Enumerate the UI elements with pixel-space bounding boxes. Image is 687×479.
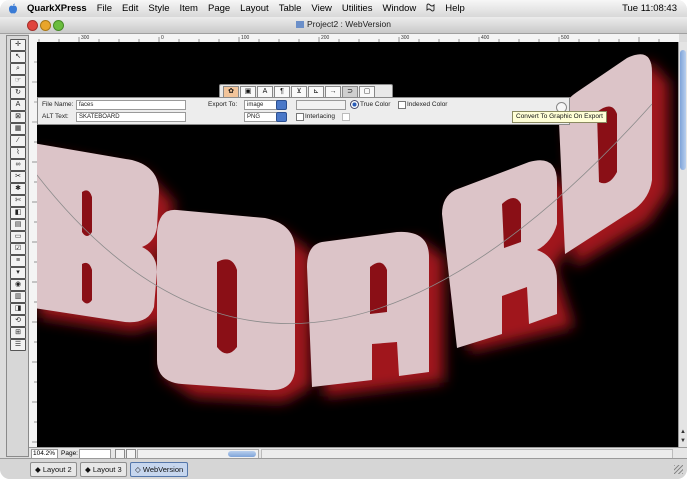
true-color-radio[interactable] <box>350 100 359 109</box>
ruler-label: 100 <box>241 35 250 41</box>
menu-file[interactable]: File <box>92 3 117 14</box>
scroll-up-arrow-icon[interactable]: ▲ <box>680 429 686 435</box>
content-tool-icon[interactable]: ☞ <box>10 75 26 87</box>
dithering-checkbox <box>342 113 350 121</box>
menu-page[interactable]: Page <box>203 3 235 14</box>
letter-b-hole <box>82 190 92 236</box>
document-icon <box>296 21 305 28</box>
layout-tab-label: Layout 2 <box>42 465 72 474</box>
scroll-down-arrow-icon[interactable]: ▼ <box>680 438 686 444</box>
vertical-scrollbar[interactable]: ▲ ▼ <box>678 42 687 447</box>
ruler-ticks: 300 0 100 200 300 400 500 <box>38 35 660 42</box>
text-box-tool-icon[interactable]: A <box>10 99 26 111</box>
layout-tab-label: WebVersion <box>142 465 184 474</box>
menu-view[interactable]: View <box>306 3 336 14</box>
menu-utilities[interactable]: Utilities <box>337 3 378 14</box>
menubar-clock: Tue 11:08:43 <box>622 3 677 14</box>
layout-tab-2[interactable]: ◆ Layout 2 <box>30 462 77 477</box>
letter-r <box>442 160 557 348</box>
ruler-label: 500 <box>561 35 570 41</box>
interlacing-label: Interlacing <box>305 113 335 120</box>
item-tool-icon[interactable]: ↖ <box>10 51 26 63</box>
alt-text-field[interactable]: SKATEBOARD <box>76 112 186 122</box>
window-title-text: Project2 : WebVersion <box>307 19 391 29</box>
letter-b-hole <box>82 262 92 304</box>
ruler-label: 200 <box>321 35 330 41</box>
indexed-color-checkbox[interactable] <box>398 101 406 109</box>
radio-tool-icon[interactable]: ◉ <box>10 279 26 291</box>
file-select-tool-icon[interactable]: ▥ <box>10 291 26 303</box>
rotate-tool-icon[interactable]: ↻ <box>10 87 26 99</box>
file-name-label: File Name: <box>42 101 74 108</box>
unlinking-tool-icon[interactable]: ✂ <box>10 171 26 183</box>
menu-help[interactable]: Help <box>440 3 470 14</box>
image-button-tool-icon[interactable]: ◨ <box>10 303 26 315</box>
print-layout-icon: ◆ <box>35 465 41 474</box>
horizontal-scroll-thumb[interactable] <box>228 451 256 457</box>
apple-icon[interactable] <box>8 3 18 14</box>
resize-grip-icon[interactable] <box>674 465 683 474</box>
letter-b <box>37 143 159 323</box>
menu-window[interactable]: Window <box>377 3 421 14</box>
ruler-ticks <box>32 61 37 443</box>
ruler-label: 300 <box>401 35 410 41</box>
menu-table[interactable]: Table <box>274 3 307 14</box>
web-layout-icon: ◇ <box>135 465 141 474</box>
indexed-color-label: Indexed Color <box>407 101 448 108</box>
zoom-tool-icon[interactable]: ⌕ <box>10 63 26 75</box>
app-window: QuarkXPress File Edit Style Item Page La… <box>0 0 687 479</box>
ruler-label: 0 <box>161 35 164 41</box>
print-layout-icon: ◆ <box>85 465 91 474</box>
page-label: Page: <box>61 450 78 457</box>
adaptive-select <box>296 100 346 110</box>
menu-app-name[interactable]: QuarkXPress <box>22 3 92 14</box>
menu-item[interactable]: Item <box>175 3 203 14</box>
table-web-tool-icon[interactable]: ⊞ <box>10 327 26 339</box>
vertical-scroll-thumb[interactable] <box>680 50 686 170</box>
alt-text-label: ALT Text: <box>42 113 69 120</box>
menu-layout[interactable]: Layout <box>235 3 274 14</box>
export-to-label: Export To: <box>208 101 238 108</box>
linking-tool-icon[interactable]: ∞ <box>10 159 26 171</box>
file-name-field[interactable]: faces <box>76 100 186 110</box>
letter-o-hole <box>217 259 237 354</box>
button-tool-icon[interactable]: ▭ <box>10 231 26 243</box>
window-title-bar: Project2 : WebVersion <box>0 17 687 34</box>
checkbox-tool-icon[interactable]: ☑ <box>10 243 26 255</box>
layout-tab-3[interactable]: ◆ Layout 3 <box>80 462 127 477</box>
table-tool-icon[interactable]: ▦ <box>10 123 26 135</box>
export-measurements-palette: File Name: faces ALT Text: SKATEBOARD Ex… <box>37 97 570 125</box>
menu-bar: QuarkXPress File Edit Style Item Page La… <box>0 0 687 18</box>
menu-style[interactable]: Style <box>143 3 174 14</box>
text-path-tool-icon[interactable]: ⌇ <box>10 147 26 159</box>
scissors-tool-icon[interactable]: ✄ <box>10 195 26 207</box>
script-menu-icon[interactable] <box>421 3 440 15</box>
true-color-label: True Color <box>360 101 391 108</box>
image-map-tool-icon[interactable]: ◧ <box>10 207 26 219</box>
list-tool-icon[interactable]: ≡ <box>10 255 26 267</box>
letter-a <box>307 231 429 387</box>
form-tool-icon[interactable]: ▤ <box>10 219 26 231</box>
layout-tab-bar: ◆ Layout 2 ◆ Layout 3 ◇ WebVersion <box>0 458 687 479</box>
format-dropdown-icon[interactable] <box>276 112 287 122</box>
move-tool-icon[interactable]: ✛ <box>10 39 26 51</box>
menu-tool-icon[interactable]: ☰ <box>10 339 26 351</box>
scroll-icon <box>426 3 435 11</box>
popup-tool-icon[interactable]: ▾ <box>10 267 26 279</box>
window-title: Project2 : WebVersion <box>0 19 687 29</box>
layout-tab-label: Layout 3 <box>92 465 122 474</box>
tools-palette: ✛ ↖ ⌕ ☞ ↻ A ⊠ ▦ ∕ ⌇ ∞ ✂ ✱ ✄ ◧ ▤ ▭ ☑ ≡ ▾ … <box>6 35 29 457</box>
picture-box-tool-icon[interactable]: ⊠ <box>10 111 26 123</box>
interlacing-checkbox[interactable] <box>296 113 304 121</box>
ruler-label: 400 <box>481 35 490 41</box>
layout-tab-webversion[interactable]: ◇ WebVersion <box>130 462 189 477</box>
rollover-tool-icon[interactable]: ⟲ <box>10 315 26 327</box>
line-tool-icon[interactable]: ∕ <box>10 135 26 147</box>
ruler-label: 300 <box>81 35 90 41</box>
export-to-dropdown-icon[interactable] <box>276 100 287 110</box>
starburst-tool-icon[interactable]: ✱ <box>10 183 26 195</box>
tooltip: Convert To Graphic On Export <box>512 111 607 123</box>
menu-edit[interactable]: Edit <box>117 3 143 14</box>
